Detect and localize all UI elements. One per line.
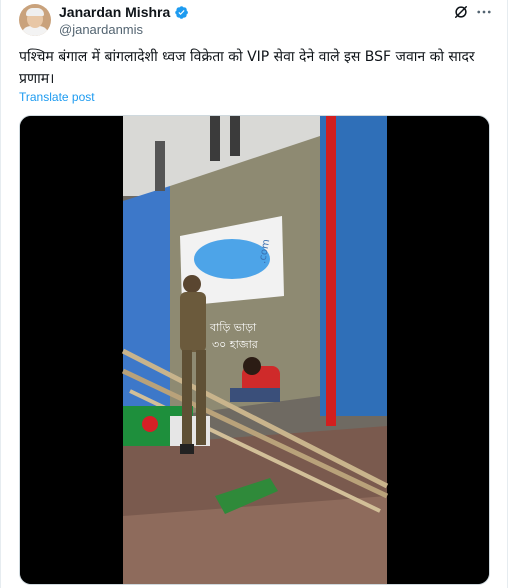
author-display-name[interactable]: Janardan Mishra <box>59 4 170 20</box>
more-horizontal-icon[interactable] <box>475 3 493 21</box>
translate-post-link[interactable]: Translate post <box>19 90 95 104</box>
grok-icon[interactable] <box>452 3 470 21</box>
video-still: .com বাড়ি ভাড়া ৩০ হাজার <box>121 116 389 584</box>
author-avatar[interactable] <box>19 4 51 36</box>
tweet-card: Janardan Mishra @janardanmis पश्चिम बंगा… <box>0 0 508 588</box>
tweet-text: पश्चिम बंगाल में बांगलादेशी ध्वज विक्रेत… <box>19 49 475 87</box>
verified-badge-icon <box>175 5 189 19</box>
wall-text-2: ৩০ হাজার <box>212 338 259 351</box>
author-name-row: Janardan Mishra <box>59 4 189 20</box>
video-frame: .com বাড়ি ভাড়া ৩০ হাজার <box>20 116 489 584</box>
wall-text-1: বাড়ি ভাড়া <box>209 321 257 334</box>
avatar-hair <box>26 8 44 16</box>
video-player[interactable]: .com বাড়ি ভাড়া ৩০ হাজার <box>19 115 490 585</box>
author-handle[interactable]: @janardanmis <box>59 22 143 37</box>
